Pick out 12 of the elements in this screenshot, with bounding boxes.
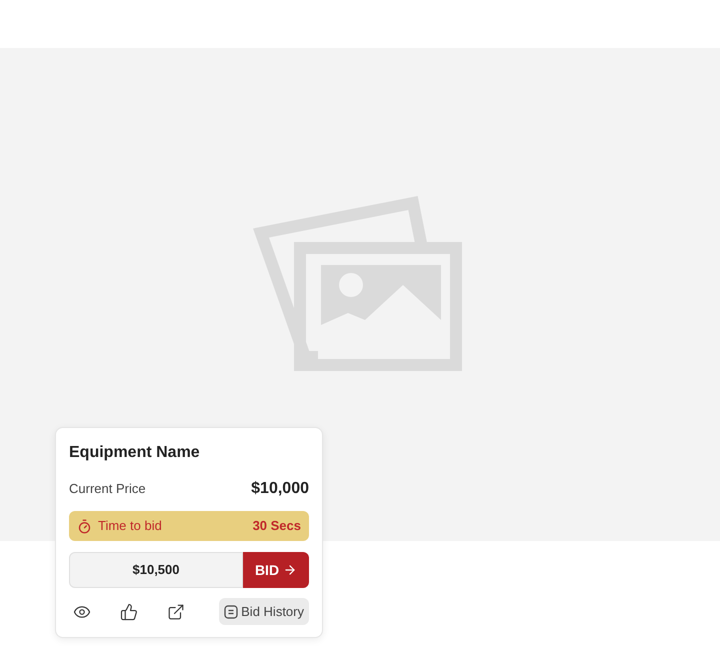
timer-value: 30 Secs bbox=[252, 517, 301, 536]
bid-history-button[interactable]: Bid History bbox=[219, 598, 309, 625]
price-label: Current Price bbox=[69, 480, 146, 498]
thumbs-up-icon bbox=[120, 602, 138, 620]
bid-amount-field[interactable]: $10,500 bbox=[69, 552, 243, 588]
external-link-icon bbox=[167, 602, 185, 620]
timer-icon bbox=[77, 518, 92, 534]
list-icon bbox=[224, 604, 238, 618]
bid-button[interactable]: BID bbox=[243, 552, 309, 588]
equipment-title: Equipment Name bbox=[69, 443, 201, 463]
price-value: $10,000 bbox=[251, 479, 309, 499]
timer-label: Time to bid bbox=[98, 517, 162, 536]
